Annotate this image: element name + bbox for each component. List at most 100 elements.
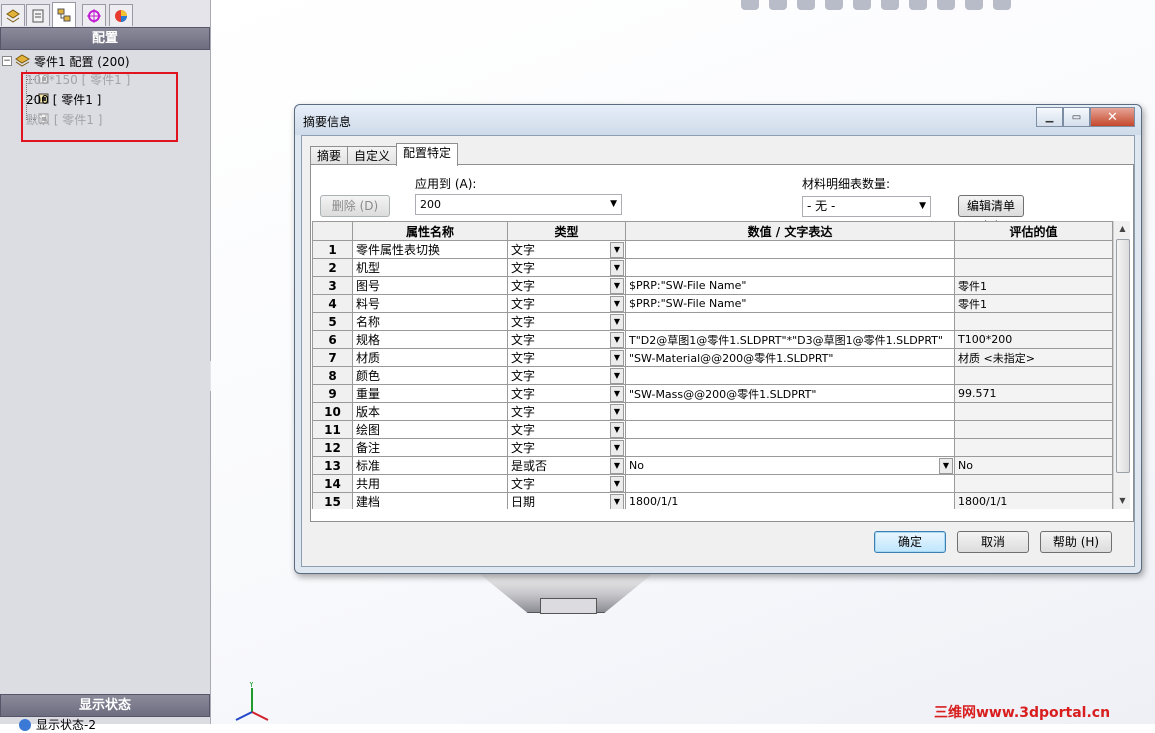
part-model-face[interactable] — [540, 598, 597, 614]
scroll-up-icon[interactable]: ▲ — [1114, 221, 1130, 237]
property-name-cell[interactable]: 建档 — [352, 492, 508, 509]
row-number[interactable]: 3 — [312, 276, 353, 295]
help-button[interactable]: 帮助 (H) — [1040, 531, 1112, 553]
type-cell[interactable]: 文字 ▼ — [507, 420, 626, 439]
scrollbar-thumb[interactable] — [1116, 239, 1130, 473]
value-cell[interactable] — [625, 366, 955, 385]
close-button[interactable]: ✕ — [1090, 107, 1135, 127]
property-name-cell[interactable]: 备注 — [352, 438, 508, 457]
chevron-down-icon[interactable]: ▼ — [610, 278, 624, 294]
type-cell[interactable]: 日期 ▼ — [507, 492, 626, 509]
chevron-down-icon[interactable]: ▼ — [610, 368, 624, 384]
collapse-icon[interactable]: − — [2, 56, 12, 66]
tab-feature-manager[interactable] — [1, 4, 25, 26]
zoom-to-fit-icon[interactable] — [741, 0, 759, 10]
row-number[interactable]: 4 — [312, 294, 353, 313]
corner-header[interactable] — [312, 221, 353, 241]
row-number[interactable]: 11 — [312, 420, 353, 439]
tab-configuration-manager[interactable] — [52, 2, 76, 27]
type-cell[interactable]: 文字 ▼ — [507, 366, 626, 385]
row-number[interactable]: 7 — [312, 348, 353, 367]
row-number[interactable]: 5 — [312, 312, 353, 331]
chevron-down-icon[interactable]: ▼ — [939, 458, 953, 474]
property-name-cell[interactable]: 机型 — [352, 258, 508, 277]
row-number[interactable]: 2 — [312, 258, 353, 277]
scene-icon[interactable] — [965, 0, 983, 10]
zoom-area-icon[interactable] — [769, 0, 787, 10]
type-cell[interactable]: 文字 ▼ — [507, 438, 626, 457]
chevron-down-icon[interactable]: ▼ — [610, 386, 624, 402]
value-cell[interactable] — [625, 240, 955, 259]
value-cell[interactable]: $PRP:"SW-File Name" — [625, 276, 955, 295]
dialog-titlebar[interactable]: 摘要信息 ▁ ▭ ✕ — [295, 105, 1141, 135]
value-cell[interactable] — [625, 420, 955, 439]
property-name-cell[interactable]: 名称 — [352, 312, 508, 331]
column-header-name[interactable]: 属性名称 — [352, 221, 508, 241]
value-cell[interactable] — [625, 438, 955, 457]
hide-show-icon[interactable] — [909, 0, 927, 10]
tab-summary[interactable]: 摘要 — [310, 146, 349, 166]
chevron-down-icon[interactable]: ▼ — [610, 242, 624, 258]
row-number[interactable]: 8 — [312, 366, 353, 385]
scroll-down-icon[interactable]: ▼ — [1114, 493, 1130, 509]
value-cell[interactable] — [625, 312, 955, 331]
value-cell[interactable] — [625, 402, 955, 421]
ok-button[interactable]: 确定 — [874, 531, 946, 553]
tab-custom[interactable]: 自定义 — [347, 146, 398, 166]
previous-view-icon[interactable] — [797, 0, 815, 10]
tab-property-manager[interactable] — [26, 4, 50, 26]
type-cell[interactable]: 文字 ▼ — [507, 402, 626, 421]
chevron-down-icon[interactable]: ▼ — [610, 332, 624, 348]
row-number[interactable]: 13 — [312, 456, 353, 475]
column-header-type[interactable]: 类型 — [507, 221, 626, 241]
property-name-cell[interactable]: 颜色 — [352, 366, 508, 385]
value-cell[interactable]: T"D2@草图1@零件1.SLDPRT"*"D3@草图1@零件1.SLDPRT" — [625, 330, 955, 349]
row-number[interactable]: 15 — [312, 492, 353, 509]
grid-scrollbar[interactable]: ▲ ▼ — [1113, 221, 1130, 509]
chevron-down-icon[interactable]: ▼ — [610, 494, 624, 509]
bom-quantity-select[interactable]: - 无 - ▼ — [802, 196, 931, 217]
value-cell[interactable]: "SW-Mass@@200@零件1.SLDPRT" — [625, 384, 955, 403]
row-number[interactable]: 10 — [312, 402, 353, 421]
property-name-cell[interactable]: 料号 — [352, 294, 508, 313]
appearance-icon[interactable] — [937, 0, 955, 10]
type-cell[interactable]: 文字 ▼ — [507, 240, 626, 259]
cancel-button[interactable]: 取消 — [957, 531, 1029, 553]
value-cell[interactable] — [625, 474, 955, 493]
section-view-icon[interactable] — [825, 0, 843, 10]
type-cell[interactable]: 文字 ▼ — [507, 312, 626, 331]
column-header-evaluated[interactable]: 评估的值 — [954, 221, 1113, 241]
type-cell[interactable]: 文字 ▼ — [507, 348, 626, 367]
chevron-down-icon[interactable]: ▼ — [610, 404, 624, 420]
maximize-button[interactable]: ▭ — [1063, 107, 1090, 127]
tab-dimxpert-manager[interactable] — [82, 4, 106, 26]
row-number[interactable]: 9 — [312, 384, 353, 403]
apply-to-select[interactable]: 200 ▼ — [415, 194, 622, 215]
chevron-down-icon[interactable]: ▼ — [610, 440, 624, 456]
type-cell[interactable]: 文字 ▼ — [507, 276, 626, 295]
view-settings-icon[interactable] — [993, 0, 1011, 10]
property-name-cell[interactable]: 零件属性表切换 — [352, 240, 508, 259]
type-cell[interactable]: 文字 ▼ — [507, 474, 626, 493]
property-name-cell[interactable]: 规格 — [352, 330, 508, 349]
chevron-down-icon[interactable]: ▼ — [610, 296, 624, 312]
value-cell[interactable]: $PRP:"SW-File Name" — [625, 294, 955, 313]
property-name-cell[interactable]: 重量 — [352, 384, 508, 403]
column-header-value[interactable]: 数值 / 文字表达 — [625, 221, 955, 241]
row-number[interactable]: 14 — [312, 474, 353, 493]
property-name-cell[interactable]: 材质 — [352, 348, 508, 367]
minimize-button[interactable]: ▁ — [1036, 107, 1063, 127]
chevron-down-icon[interactable]: ▼ — [610, 458, 624, 474]
property-name-cell[interactable]: 绘图 — [352, 420, 508, 439]
chevron-down-icon[interactable]: ▼ — [610, 260, 624, 276]
tab-configuration-specific[interactable]: 配置特定 — [396, 143, 459, 166]
property-name-cell[interactable]: 共用 — [352, 474, 508, 493]
value-cell[interactable]: No ▼ — [625, 456, 955, 475]
display-style-icon[interactable] — [881, 0, 899, 10]
row-number[interactable]: 12 — [312, 438, 353, 457]
property-name-cell[interactable]: 图号 — [352, 276, 508, 295]
row-number[interactable]: 6 — [312, 330, 353, 349]
property-name-cell[interactable]: 标准 — [352, 456, 508, 475]
tab-display-manager[interactable] — [109, 4, 133, 26]
tree-root[interactable]: − 零件1 配置 (200) — [2, 52, 130, 70]
